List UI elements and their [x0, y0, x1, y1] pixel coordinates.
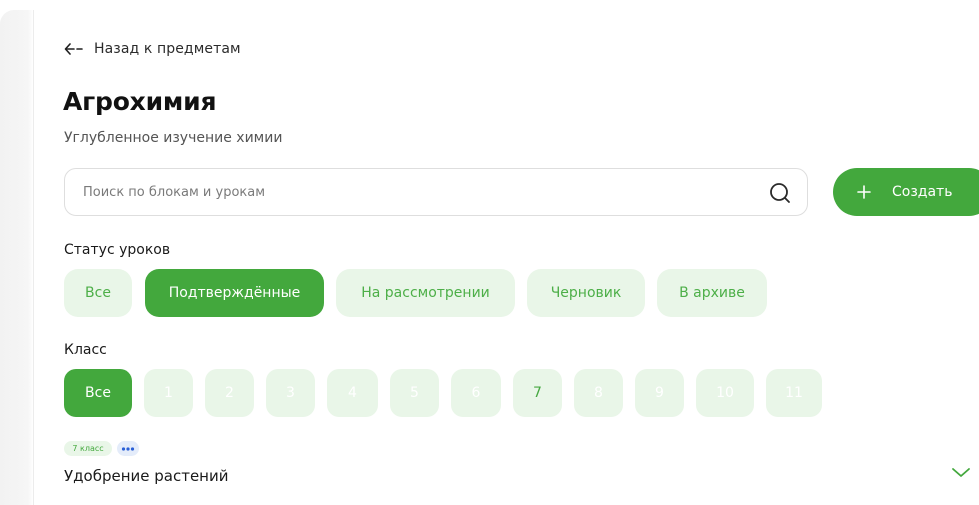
search-box [64, 168, 808, 216]
ellipsis-icon [121, 446, 135, 451]
class-chip-8[interactable]: 8 [574, 369, 623, 417]
class-chip-6[interactable]: 6 [451, 369, 501, 417]
class-chip-4[interactable]: 4 [327, 369, 378, 417]
lessons-page: Назад к предметам Агрохимия Углубленное … [0, 0, 979, 505]
class-chip-3[interactable]: 3 [266, 369, 315, 417]
block-title: Удобрение растений [64, 467, 229, 485]
chevron-down-icon[interactable] [951, 464, 973, 480]
status-chip-archive[interactable]: В архиве [657, 269, 767, 317]
class-chip-7[interactable]: 7 [513, 369, 562, 417]
status-chip-confirmed[interactable]: Подтверждённые [145, 269, 324, 317]
status-chip-in-review[interactable]: На рассмотрении [336, 269, 515, 317]
class-chip-10[interactable]: 10 [696, 369, 754, 417]
page-title: Агрохимия [63, 87, 217, 116]
class-chip-2[interactable]: 2 [205, 369, 254, 417]
create-button[interactable]: Создать [833, 168, 979, 216]
class-chip-1[interactable]: 1 [144, 369, 193, 417]
block-more-button[interactable] [117, 441, 139, 456]
page-subtitle: Углубленное изучение химии [64, 130, 283, 146]
create-button-label: Создать [892, 184, 953, 200]
grade-tag: 7 класс [64, 441, 112, 456]
status-chip-all[interactable]: Все [64, 269, 132, 317]
arrow-left-icon [64, 43, 83, 55]
status-chip-draft[interactable]: Черновик [527, 269, 645, 317]
content-edge [33, 10, 34, 505]
sidebar-shadow [0, 10, 33, 505]
search-icon[interactable] [768, 181, 792, 205]
status-filter-label: Статус уроков [64, 242, 171, 258]
class-chip-all[interactable]: Все [64, 369, 132, 417]
plus-icon [857, 185, 871, 199]
class-chip-5[interactable]: 5 [390, 369, 439, 417]
class-filter-label: Класс [64, 342, 107, 358]
back-to-subjects-link[interactable]: Назад к предметам [64, 38, 241, 60]
class-chip-9[interactable]: 9 [635, 369, 684, 417]
class-chip-11[interactable]: 11 [766, 369, 822, 417]
search-input[interactable] [83, 169, 743, 215]
back-link-label: Назад к предметам [94, 41, 241, 57]
